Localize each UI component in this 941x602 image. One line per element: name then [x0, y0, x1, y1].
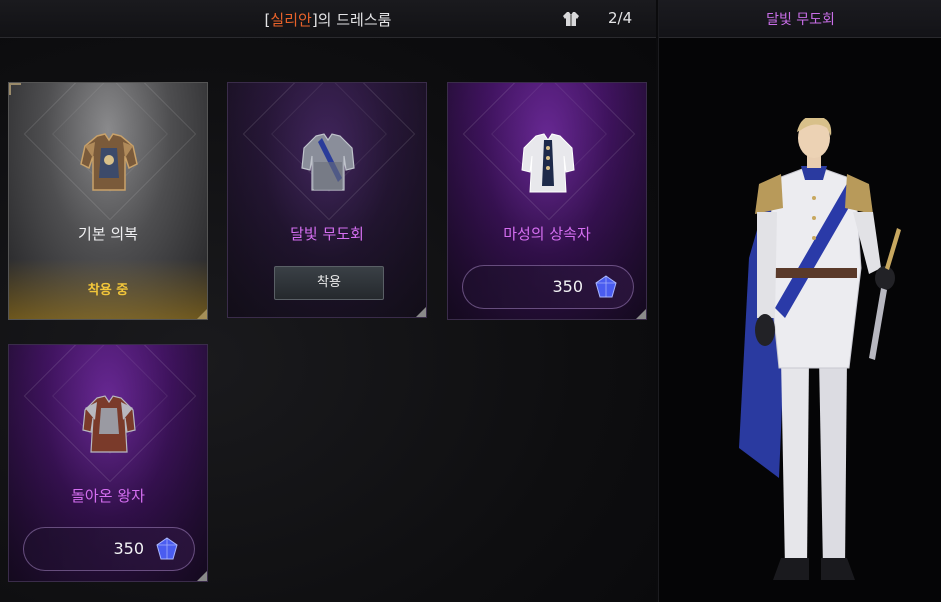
purchase-price[interactable]: 350	[462, 265, 634, 309]
outfit-count: 2/4	[608, 9, 633, 27]
equipped-status: 착용 중	[87, 283, 129, 298]
preview-panel: 달빛 무도회	[658, 0, 941, 602]
outfit-card-demon-heir[interactable]: 마성의 상속자 350	[447, 82, 647, 320]
outfit-name: 마성의 상속자	[503, 225, 591, 243]
outfit-name: 기본 의복	[78, 225, 138, 243]
outfit-name: 달빛 무도회	[290, 225, 364, 243]
preview-title: 달빛 무도회	[766, 12, 835, 28]
price-value: 350	[113, 539, 144, 558]
preview-header: 달빛 무도회	[659, 0, 941, 38]
outfit-card-default[interactable]: 기본 의복 착용 중	[8, 82, 208, 320]
outfit-name: 돌아온 왕자	[71, 487, 145, 505]
blue-crystal-icon	[156, 537, 178, 560]
character-name: 실리안	[270, 11, 312, 29]
purchase-price[interactable]: 350	[23, 527, 195, 571]
equip-button[interactable]: 착용	[274, 266, 384, 300]
armor-outfit-icon	[80, 133, 138, 191]
outfit-card-returned-prince[interactable]: 돌아온 왕자 350	[8, 344, 208, 582]
outfit-card-moonlight-ball[interactable]: 달빛 무도회 착용	[227, 82, 427, 318]
coat-outfit-icon	[301, 133, 355, 191]
price-value: 350	[552, 277, 583, 296]
blue-crystal-icon	[595, 275, 617, 298]
dressroom-header: [실리안]의 드레스룸 2/4	[0, 0, 656, 38]
dressroom-title: [실리안]의 드레스룸	[264, 11, 392, 29]
white-coat-outfit-icon	[521, 133, 575, 193]
outfit-icon	[563, 12, 579, 26]
character-preview[interactable]	[709, 118, 919, 588]
dressroom-panel: [실리안]의 드레스룸 2/4 기본 의복 착용 중 달빛 무도회 착용 마성의…	[0, 0, 656, 602]
armor-outfit-icon	[82, 395, 136, 453]
